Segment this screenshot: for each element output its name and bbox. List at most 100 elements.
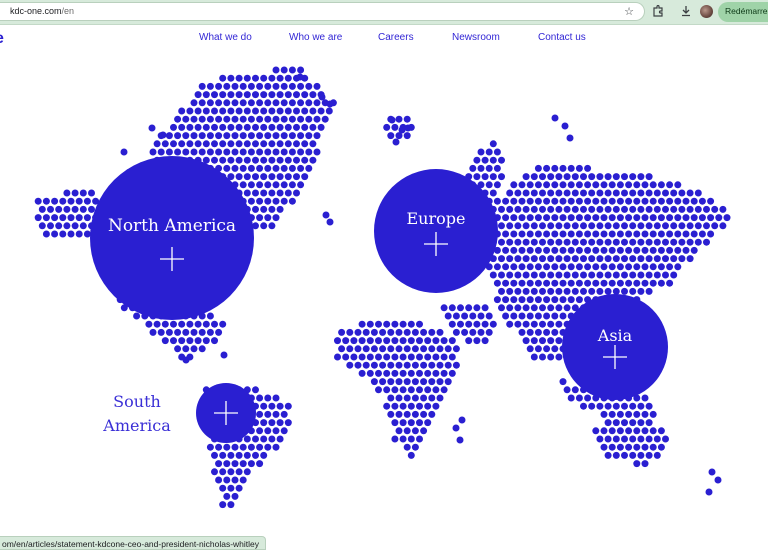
map-dot	[256, 443, 264, 451]
map-dot	[452, 424, 460, 432]
map-dot	[534, 164, 542, 172]
map-dot	[260, 156, 268, 164]
map-dot	[633, 263, 641, 271]
region-north-america[interactable]: North America	[90, 156, 254, 320]
map-dot	[157, 148, 165, 156]
map-dot	[227, 156, 235, 164]
map-dot	[182, 328, 190, 336]
map-dot	[170, 337, 177, 345]
map-dot	[284, 402, 292, 410]
map-dot	[284, 140, 292, 148]
map-dot	[235, 140, 243, 148]
map-dot	[268, 140, 276, 148]
map-dot	[346, 345, 354, 353]
map-dot	[559, 246, 567, 254]
map-dot	[641, 197, 649, 205]
map-dot	[219, 91, 227, 99]
map-dot	[264, 394, 272, 402]
map-dot	[625, 230, 633, 238]
map-dot	[157, 328, 165, 336]
map-dot	[493, 148, 501, 156]
map-dot	[707, 197, 715, 205]
map-dot	[399, 402, 407, 410]
map-dot	[694, 238, 702, 246]
map-dot	[358, 337, 366, 345]
map-dot	[584, 164, 592, 172]
map-dot	[297, 115, 305, 123]
map-dot	[235, 107, 243, 115]
map-dot	[247, 132, 255, 140]
map-dot	[428, 410, 436, 418]
map-dot	[416, 353, 423, 361]
map-dot	[608, 246, 616, 254]
map-dot	[534, 263, 542, 271]
map-dot	[678, 222, 686, 230]
map-dot	[194, 123, 202, 131]
map-dot	[559, 181, 567, 189]
region-asia[interactable]: Asia	[562, 294, 668, 400]
map-dot	[506, 287, 514, 295]
region-europe-circle[interactable]	[374, 169, 498, 293]
map-dot	[559, 279, 567, 287]
map-dot	[276, 419, 284, 427]
region-north-america-circle[interactable]	[90, 156, 254, 320]
map-dot	[403, 443, 411, 451]
map-dot	[260, 451, 268, 459]
map-dot	[235, 91, 243, 99]
map-dot	[465, 337, 473, 345]
map-dot	[563, 205, 571, 213]
map-dot	[231, 164, 239, 172]
map-dot	[563, 255, 571, 263]
region-south-america-label[interactable]: South America	[98, 390, 176, 438]
map-dot	[206, 148, 214, 156]
map-dot	[383, 353, 391, 361]
map-dot	[489, 156, 497, 164]
map-dot	[219, 107, 227, 115]
map-dot	[543, 296, 551, 304]
map-dot	[161, 140, 169, 148]
map-dot	[686, 205, 694, 213]
map-dot	[383, 337, 391, 345]
map-dot	[555, 353, 563, 361]
map-dot	[493, 263, 501, 271]
map-dot	[268, 402, 276, 410]
map-dot	[604, 451, 612, 459]
map-dot	[708, 468, 716, 476]
map-dot	[567, 230, 575, 238]
map-dot	[284, 156, 292, 164]
map-dot	[580, 173, 587, 181]
map-dot	[284, 123, 292, 131]
map-dot	[383, 320, 391, 328]
map-dot	[621, 419, 628, 427]
map-dot	[653, 238, 661, 246]
map-dot	[469, 328, 477, 336]
map-dot	[580, 255, 587, 263]
map-dot	[243, 91, 251, 99]
map-dot	[608, 263, 616, 271]
map-dot	[383, 386, 391, 394]
map-dot	[264, 132, 272, 140]
map-dot	[600, 427, 608, 435]
map-dot	[555, 304, 563, 312]
map-dot	[452, 328, 460, 336]
region-south-america[interactable]	[196, 383, 256, 443]
map-dot	[645, 255, 653, 263]
map-dot	[641, 230, 649, 238]
map-dot	[190, 345, 198, 353]
region-europe[interactable]: Europe	[374, 169, 498, 293]
map-dot	[243, 156, 251, 164]
map-dot	[477, 312, 485, 320]
map-dot	[563, 238, 571, 246]
map-dot	[260, 173, 268, 181]
map-dot	[465, 304, 473, 312]
map-dot	[592, 263, 600, 271]
map-dot	[547, 337, 555, 345]
map-dot	[551, 312, 559, 320]
map-dot	[534, 296, 542, 304]
map-dot	[522, 337, 530, 345]
map-dot	[186, 320, 194, 328]
map-dot	[588, 189, 596, 197]
map-dot	[625, 214, 633, 222]
map-dot	[280, 197, 288, 205]
map-dot	[510, 279, 518, 287]
